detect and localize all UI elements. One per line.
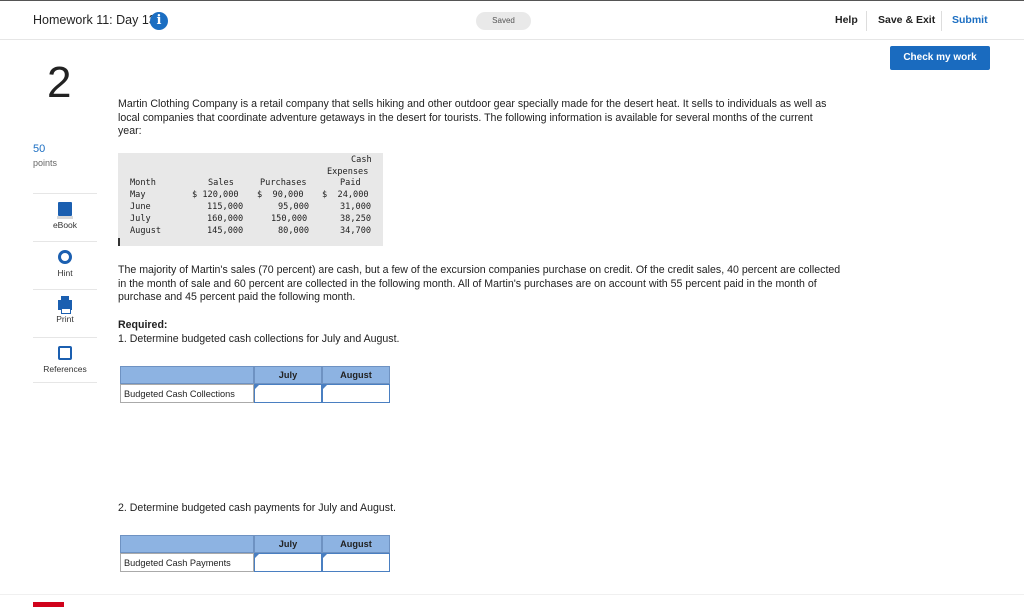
hint-icon [58,250,72,264]
intro-paragraph: Martin Clothing Company is a retail comp… [118,98,827,138]
divider [941,11,942,31]
hint-label: Hint [57,268,73,278]
row-label-cash-collections: Budgeted Cash Collections [120,384,254,403]
cash-collections-july-input[interactable] [254,384,322,403]
col-header-august: August [322,366,390,384]
body-paragraph: The majority of Martin's sales (70 perce… [118,264,841,304]
print-label: Print [56,314,74,324]
row-purchases: 80,000 [278,226,310,236]
required-item-2: 2. Determine budgeted cash payments for … [118,502,396,514]
col-header-august: August [322,535,390,553]
row-label-cash-payments: Budgeted Cash Payments [120,553,254,572]
col-header-cash-line1: Cash [351,155,372,165]
row-purchases: $ 90,000 [257,190,304,200]
col-header-sales: Sales [208,178,234,188]
references-label: References [43,364,87,374]
question-number: 2 [47,58,72,107]
row-month: August [130,226,162,236]
col-header-cash-line3: Paid [340,178,361,188]
row-cash: 34,700 [340,226,372,236]
row-sales: $ 120,000 [192,190,239,200]
table-header-blank [120,535,254,553]
row-month: July [130,214,151,224]
hint-button[interactable]: Hint [33,241,97,287]
row-month: May [130,190,146,200]
row-purchases: 150,000 [271,214,308,224]
row-sales: 145,000 [207,226,244,236]
table-header-blank [120,366,254,384]
cash-payments-july-input[interactable] [254,553,322,572]
print-icon [58,296,72,314]
save-exit-link[interactable]: Save & Exit [878,14,935,26]
col-header-purchases: Purchases [260,178,307,188]
saved-status-badge: Saved [476,12,531,30]
assignment-title: Homework 11: Day 13 [33,13,156,27]
cash-collections-table: July August Budgeted Cash Collections [120,366,390,404]
help-link[interactable]: Help [835,14,858,26]
info-icon[interactable]: i [150,12,168,30]
row-month: June [130,202,151,212]
row-sales: 115,000 [207,202,244,212]
submit-link[interactable]: Submit [952,14,988,26]
ebook-button[interactable]: eBook [33,193,97,239]
row-cash: $ 24,000 [322,190,369,200]
divider [866,11,867,31]
monthly-data-table: Cash Expenses Month Sales Purchases Paid… [118,153,383,246]
required-item-1: 1. Determine budgeted cash collections f… [118,333,400,345]
row-cash: 31,000 [340,202,372,212]
points-value: 50 [33,143,46,155]
col-header-month: Month [130,178,156,188]
print-button[interactable]: Print [33,289,97,335]
references-button[interactable]: References [33,337,97,383]
references-icon [58,346,72,360]
cash-payments-august-input[interactable] [322,553,390,572]
col-header-july: July [254,366,322,384]
points-label: points [33,158,58,168]
publisher-logo [33,602,64,607]
cash-payments-table: July August Budgeted Cash Payments [120,535,390,573]
required-heading: Required: [118,319,168,331]
row-purchases: 95,000 [278,202,310,212]
col-header-july: July [254,535,322,553]
bottom-divider [0,594,1024,595]
check-my-work-button[interactable]: Check my work [890,46,990,70]
table-marker [118,238,120,246]
top-bar: Homework 11: Day 13 i Saved Help Save & … [0,0,1024,40]
row-cash: 38,250 [340,214,372,224]
row-sales: 160,000 [207,214,244,224]
cash-collections-august-input[interactable] [322,384,390,403]
ebook-icon [57,202,73,219]
col-header-cash-line2: Expenses [327,167,369,177]
ebook-label: eBook [52,220,78,230]
